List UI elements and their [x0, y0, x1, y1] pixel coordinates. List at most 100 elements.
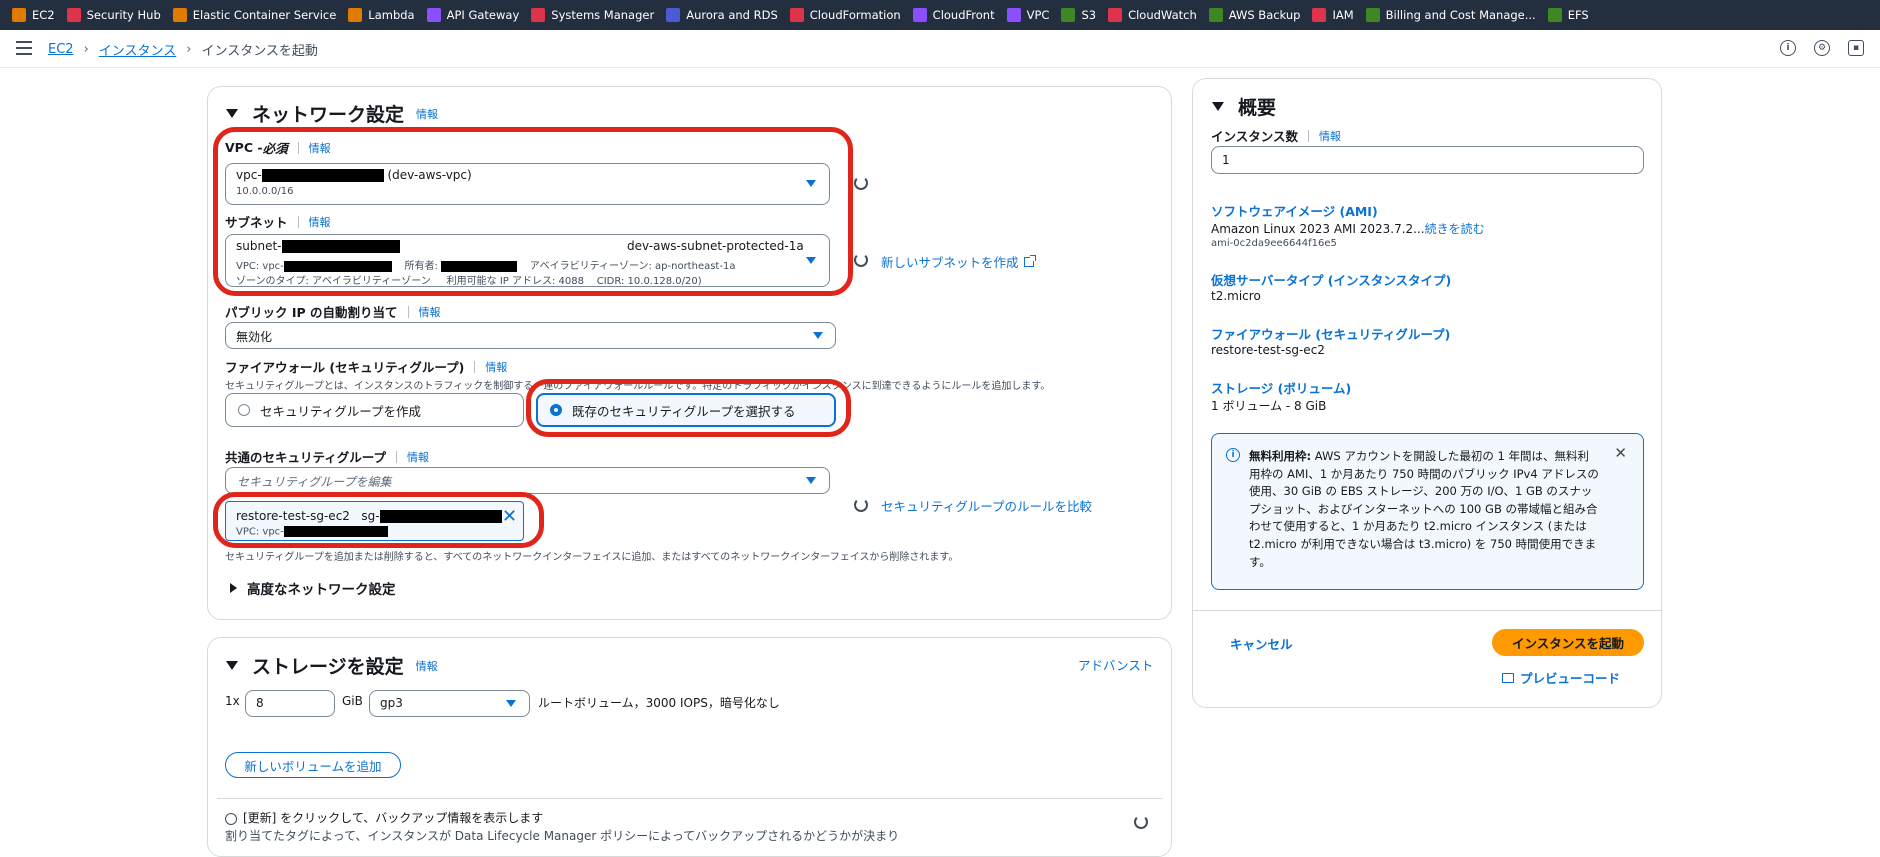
- service-shortcut-ec2[interactable]: EC2: [8, 0, 63, 30]
- service-shortcut-aurora-and-rds[interactable]: Aurora and RDS: [662, 0, 786, 30]
- public-ip-value: 無効化: [236, 330, 273, 344]
- external-link-icon: [1023, 254, 1036, 267]
- security-hub-icon: [66, 8, 81, 22]
- common-sg-label-text: 共通のセキュリティグループ: [225, 450, 387, 465]
- refresh-icon[interactable]: [854, 176, 868, 190]
- menu-icon[interactable]: [16, 41, 32, 55]
- refresh-icon[interactable]: [854, 498, 868, 512]
- firewall-info-link[interactable]: 情報: [485, 359, 507, 375]
- summary-header[interactable]: 概要: [1212, 93, 1276, 120]
- remove-sg-icon[interactable]: ✕: [502, 508, 517, 526]
- vpc-name: (dev-aws-vpc): [387, 168, 472, 182]
- network-settings-title: ネットワーク設定: [252, 104, 405, 126]
- service-shortcut-cloudfront[interactable]: CloudFront: [909, 0, 1003, 30]
- ami-link[interactable]: ソフトウェアイメージ (AMI): [1211, 201, 1378, 220]
- service-shortcut-s3[interactable]: S3: [1057, 0, 1104, 30]
- storage-header[interactable]: ストレージを設定 情報: [226, 652, 438, 679]
- instance-count-input[interactable]: [1211, 146, 1644, 174]
- close-icon[interactable]: ✕: [1614, 444, 1627, 462]
- breadcrumb-current: インスタンスを起動: [201, 44, 318, 59]
- cloudfront-icon: [912, 8, 927, 22]
- info-link[interactable]: 情報: [416, 106, 438, 122]
- subnet-selected-value: subnet-: [236, 239, 400, 253]
- s3-icon: [1061, 8, 1076, 22]
- redacted-block: [283, 526, 388, 537]
- code-icon: [1502, 672, 1514, 683]
- service-shortcut-vpc[interactable]: VPC: [1003, 0, 1058, 30]
- ami-id: ami-0c2da9ee6644f16e5: [1211, 238, 1337, 249]
- service-label: Systems Manager: [551, 8, 655, 22]
- storage-info-link[interactable]: 情報: [416, 658, 438, 674]
- refresh-icon[interactable]: [854, 253, 868, 267]
- service-shortcut-billing-and-cost-manage[interactable]: Billing and Cost Manage...: [1362, 0, 1544, 30]
- preview-code-text: プレビューコード: [1520, 671, 1621, 686]
- vpc-icon: [1006, 8, 1021, 22]
- service-label: API Gateway: [446, 8, 520, 22]
- collapse-caret-icon[interactable]: [1212, 102, 1224, 111]
- info-circle-icon[interactable]: i: [1780, 40, 1796, 56]
- ami-read-more-link[interactable]: 続きを読む: [1425, 222, 1485, 236]
- common-sg-info-link[interactable]: 情報: [407, 449, 429, 465]
- cancel-button[interactable]: キャンセル: [1230, 634, 1293, 653]
- dropdown-caret-icon: [813, 332, 823, 339]
- api-gateway-icon: [426, 8, 441, 22]
- redacted-block: [441, 260, 518, 272]
- services-bar: EC2 Security Hub Elastic Container Service…: [0, 0, 1880, 30]
- feedback-icon[interactable]: ▪: [1848, 40, 1864, 56]
- subnet-name: dev-aws-subnet-protected-1a: [627, 239, 804, 253]
- storage-summary-link[interactable]: ストレージ (ボリューム): [1211, 378, 1351, 397]
- advanced-network-toggle[interactable]: 高度なネットワーク設定: [230, 578, 396, 598]
- breadcrumb-instances[interactable]: インスタンス: [99, 40, 176, 59]
- network-settings-header[interactable]: ネットワーク設定 情報: [226, 100, 438, 127]
- service-shortcut-security-hub[interactable]: Security Hub: [63, 0, 169, 30]
- add-volume-button[interactable]: 新しいボリュームを追加: [225, 752, 401, 778]
- subnet-info-link[interactable]: 情報: [309, 214, 331, 230]
- launch-instance-button[interactable]: インスタンスを起動: [1492, 629, 1644, 656]
- collapse-caret-icon[interactable]: [226, 109, 238, 118]
- service-shortcut-cloudwatch[interactable]: CloudWatch: [1104, 0, 1205, 30]
- collapse-caret-icon[interactable]: [226, 661, 238, 670]
- service-label: Billing and Cost Manage...: [1385, 8, 1536, 22]
- instance-count-info-link[interactable]: 情報: [1319, 128, 1341, 144]
- compare-sg-rules-link[interactable]: セキュリティグループのルールを比較: [881, 496, 1092, 515]
- redacted-block: [283, 260, 392, 272]
- breadcrumb: EC2 › インスタンス › インスタンスを起動: [48, 40, 318, 59]
- service-shortcut-efs[interactable]: EFS: [1544, 0, 1597, 30]
- create-subnet-text: 新しいサブネットを作成: [881, 255, 1019, 270]
- service-shortcut-elastic-container-service[interactable]: Elastic Container Service: [169, 0, 345, 30]
- volume-multiplier: 1x: [225, 694, 240, 708]
- storage-summary-value: 1 ボリューム - 8 GiB: [1211, 399, 1327, 413]
- select-existing-sg-option[interactable]: 既存のセキュリティグループを選択する: [536, 393, 836, 427]
- breadcrumb-ec2[interactable]: EC2: [48, 42, 74, 57]
- instance-count-value: 1: [1222, 153, 1230, 167]
- service-shortcut-api-gateway[interactable]: API Gateway: [423, 0, 528, 30]
- vpc-info-link[interactable]: 情報: [309, 140, 331, 156]
- create-sg-option[interactable]: セキュリティグループを作成: [225, 393, 524, 427]
- public-ip-info-link[interactable]: 情報: [419, 304, 441, 320]
- service-shortcut-aws-backup[interactable]: AWS Backup: [1205, 0, 1309, 30]
- service-label: Lambda: [368, 8, 415, 22]
- settings-icon[interactable]: ⚙: [1814, 40, 1830, 56]
- create-subnet-link[interactable]: 新しいサブネットを作成: [881, 252, 1036, 271]
- required-marker: 必須: [262, 141, 288, 156]
- service-shortcut-lambda[interactable]: Lambda: [344, 0, 422, 30]
- public-ip-select[interactable]: [225, 322, 836, 349]
- ec2-icon: [12, 8, 26, 22]
- firewall-summary-link[interactable]: ファイアウォール (セキュリティグループ): [1211, 324, 1450, 343]
- cloudformation-icon: [789, 8, 804, 22]
- advanced-storage-link[interactable]: アドバンスト: [1078, 655, 1153, 674]
- subnet-owner: 所有者:: [404, 261, 438, 272]
- instance-type-link[interactable]: 仮想サーバータイプ (インスタンスタイプ): [1211, 270, 1451, 289]
- instance-count-label-text: インスタンス数: [1211, 129, 1299, 144]
- preview-code-link[interactable]: プレビューコード: [1502, 668, 1620, 687]
- expand-caret-icon: [230, 583, 237, 593]
- vpc-selected-value: vpc- (dev-aws-vpc): [236, 168, 472, 182]
- volume-description: ルートボリューム，3000 IOPS，暗号化なし: [538, 696, 780, 710]
- subnet-prefix: subnet-: [236, 239, 282, 253]
- service-shortcut-systems-manager[interactable]: Systems Manager: [527, 0, 662, 30]
- sg-help-text: セキュリティグループを追加または削除すると、すべてのネットワークインターフェイス…: [225, 552, 959, 563]
- firewall-label-text: ファイアウォール (セキュリティグループ): [225, 360, 465, 375]
- service-shortcut-iam[interactable]: IAM: [1308, 0, 1361, 30]
- service-shortcut-cloudformation[interactable]: CloudFormation: [786, 0, 909, 30]
- refresh-icon[interactable]: [1134, 815, 1148, 829]
